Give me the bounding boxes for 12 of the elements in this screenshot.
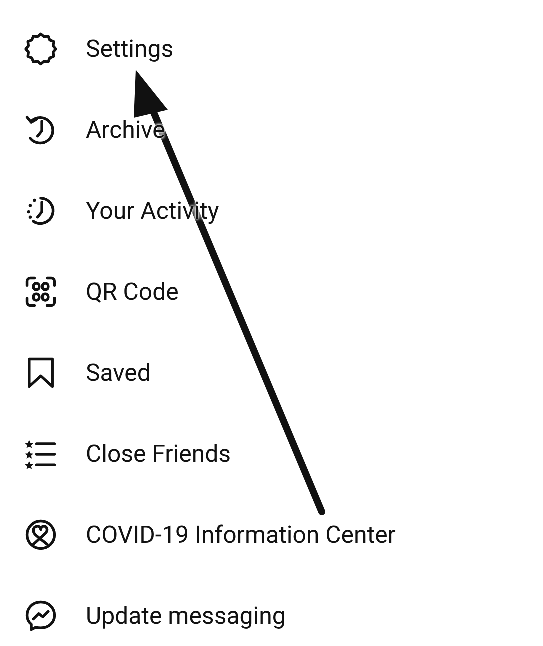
- menu-item[interactable]: COVID-19 Information Center: [0, 494, 543, 575]
- menu-item-label: QR Code: [86, 280, 179, 304]
- menu-item-label: Close Friends: [86, 442, 232, 466]
- menu-item[interactable]: Settings: [0, 8, 543, 89]
- menu-item[interactable]: Saved: [0, 332, 543, 413]
- menu-item-label: COVID-19 Information Center: [86, 522, 396, 546]
- menu-item-label: Update messaging: [86, 604, 286, 628]
- menu-item-label: Settings: [86, 36, 174, 60]
- menu-item-label: Saved: [86, 360, 151, 384]
- menu-item[interactable]: Close Friends: [0, 413, 543, 494]
- menu-item[interactable]: Update messaging: [0, 575, 543, 646]
- menu-item[interactable]: QR Code: [0, 251, 543, 332]
